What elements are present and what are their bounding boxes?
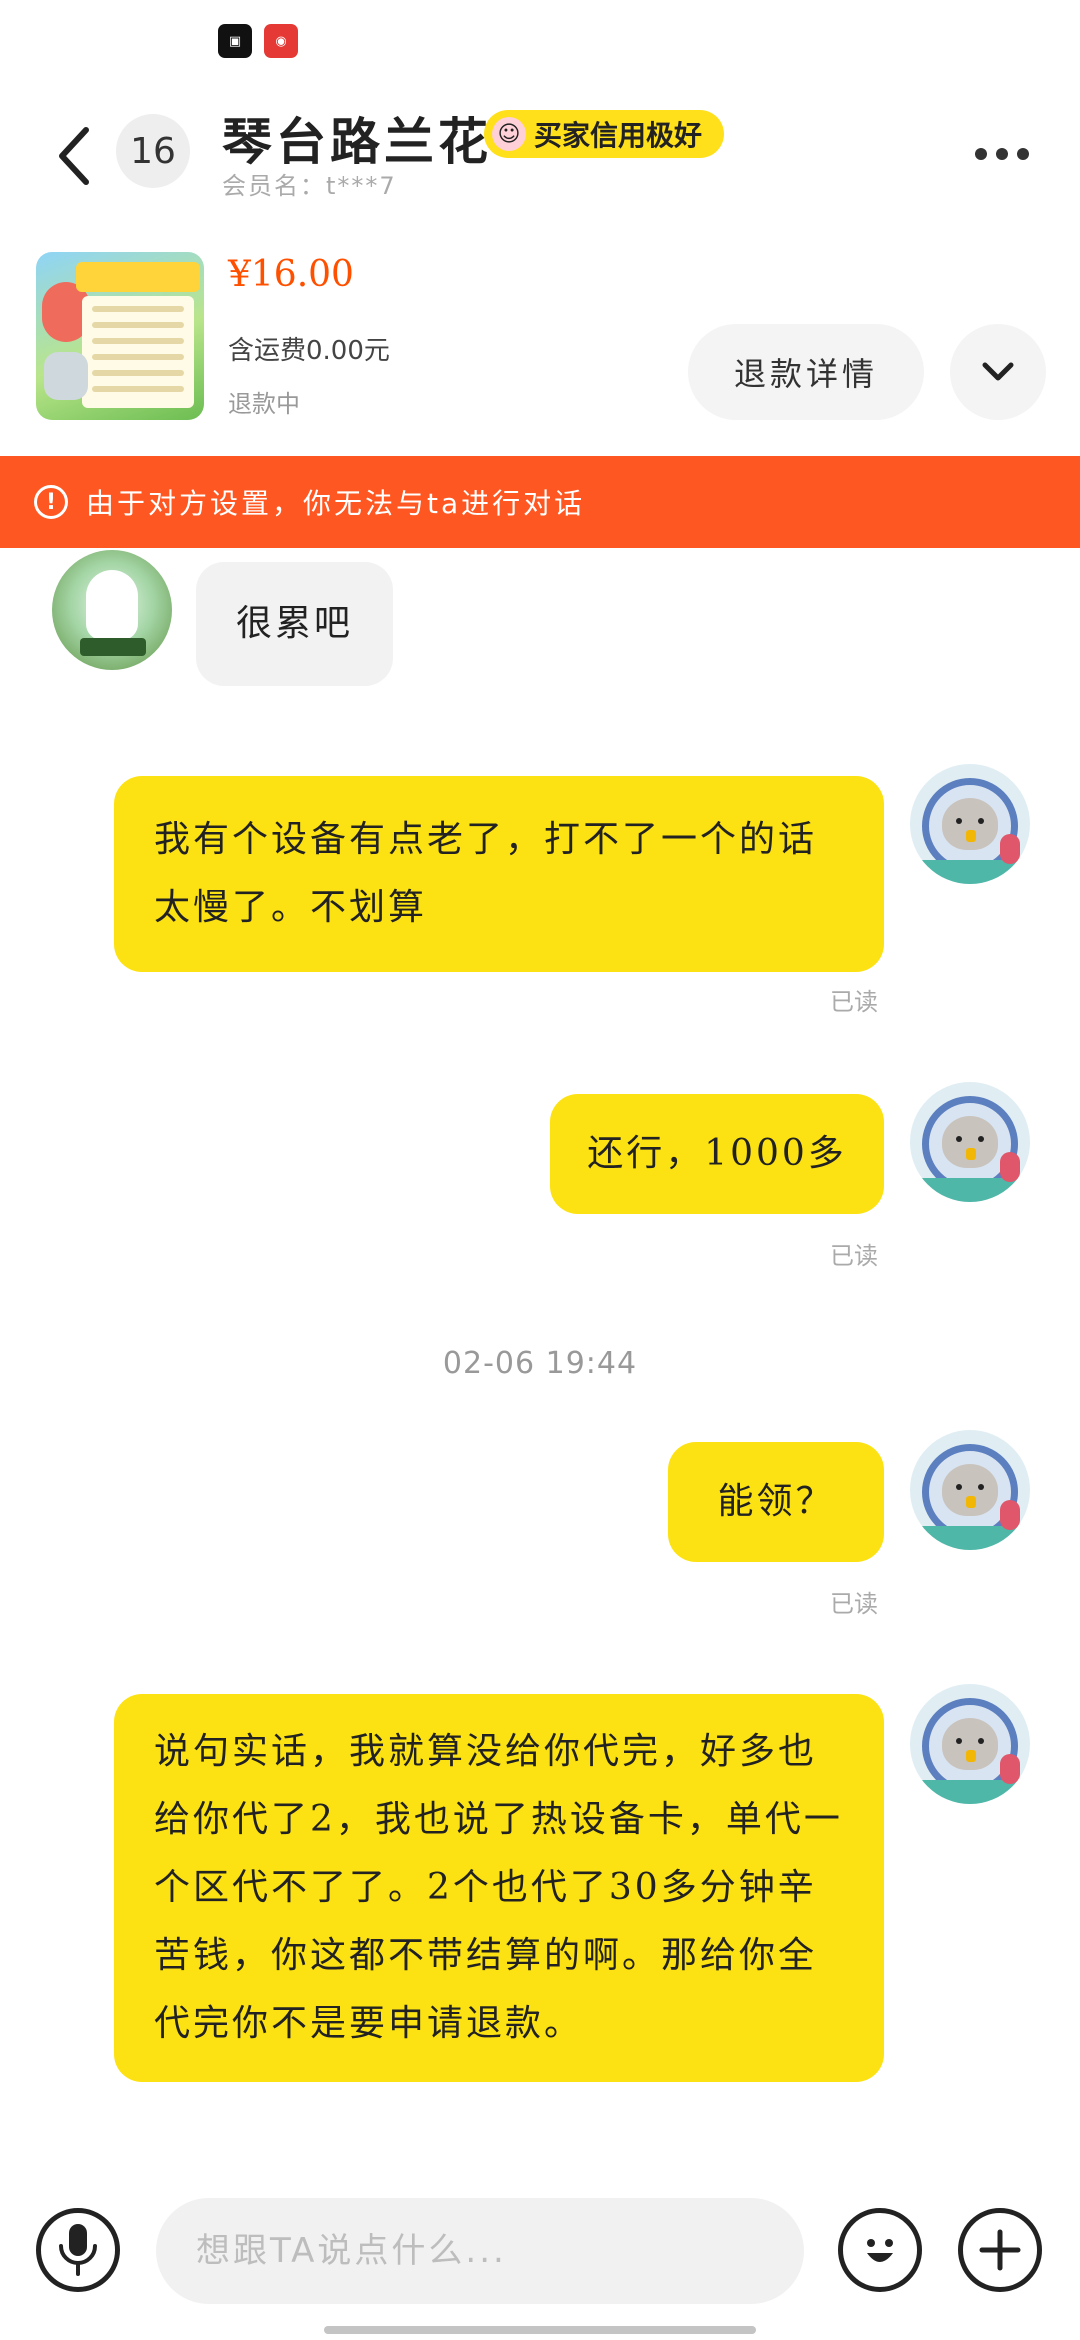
back-button[interactable] [46, 116, 102, 196]
plus-icon [979, 2229, 1021, 2271]
product-card[interactable]: ¥16.00 含运费0.00元 退款中 退款详情 [0, 230, 1080, 456]
message-bubble-sent[interactable]: 说句实话，我就算没给你代完，好多也给你代了2，我也说了热设备卡，单代一个区代不了… [114, 1694, 884, 2082]
app-notification-icon: ▣ [218, 24, 252, 58]
message-bubble-sent[interactable]: 我有个设备有点老了，打不了一个的话太慢了。不划算 [114, 776, 884, 972]
smile-face-icon: ☺ [492, 117, 526, 151]
my-avatar[interactable] [910, 764, 1030, 884]
read-receipt: 已读 [830, 988, 878, 1016]
message-bubble-received[interactable]: 很累吧 [196, 562, 394, 686]
warning-text: 由于对方设置，你无法与ta进行对话 [86, 487, 586, 520]
more-options-button[interactable] [962, 124, 1042, 184]
message-input[interactable] [156, 2198, 804, 2304]
my-avatar[interactable] [910, 1082, 1030, 1202]
add-attachment-button[interactable] [958, 2208, 1042, 2292]
message-bubble-sent[interactable]: 能领？ [668, 1442, 884, 1562]
contact-name: 琴台路兰花 [222, 112, 492, 171]
expand-button[interactable] [950, 324, 1046, 420]
chevron-down-icon [982, 362, 1014, 381]
chat-header: 16 琴台路兰花 ☺ 买家信用极好 会员名：t***7 [0, 80, 1080, 230]
status-bar: ▣ ◉ [0, 0, 1080, 80]
read-receipt: 已读 [830, 1590, 878, 1618]
app-notification-icon: ◉ [264, 24, 298, 58]
member-name: 会员名：t***7 [222, 172, 397, 200]
microphone-icon [59, 2224, 97, 2276]
unread-count-badge[interactable]: 16 [116, 114, 190, 188]
voice-input-button[interactable] [36, 2208, 120, 2292]
product-thumbnail[interactable] [36, 252, 204, 420]
credit-badge-label: 买家信用极好 [534, 119, 703, 152]
credit-badge: ☺ 买家信用极好 [484, 110, 725, 158]
emoji-button[interactable] [838, 2208, 922, 2292]
alert-icon: ! [34, 485, 68, 519]
more-dots-icon [975, 148, 987, 160]
chevron-left-icon [59, 127, 89, 185]
message-timestamp: 02-06 19:44 [442, 1346, 638, 1381]
my-avatar[interactable] [910, 1684, 1030, 1804]
refund-status: 退款中 [228, 390, 300, 418]
home-indicator[interactable] [324, 2326, 756, 2334]
shipping-fee: 含运费0.00元 [228, 336, 390, 366]
message-input-bar [0, 2180, 1080, 2310]
message-bubble-sent[interactable]: 还行，1000多 [550, 1094, 884, 1214]
contact-avatar[interactable] [52, 550, 172, 670]
blocked-warning-banner: ! 由于对方设置，你无法与ta进行对话 [0, 456, 1080, 548]
read-receipt: 已读 [830, 1242, 878, 1270]
refund-details-button[interactable]: 退款详情 [688, 324, 924, 420]
product-price: ¥16.00 [228, 254, 354, 295]
my-avatar[interactable] [910, 1430, 1030, 1550]
smiley-face-icon [867, 2239, 893, 2262]
